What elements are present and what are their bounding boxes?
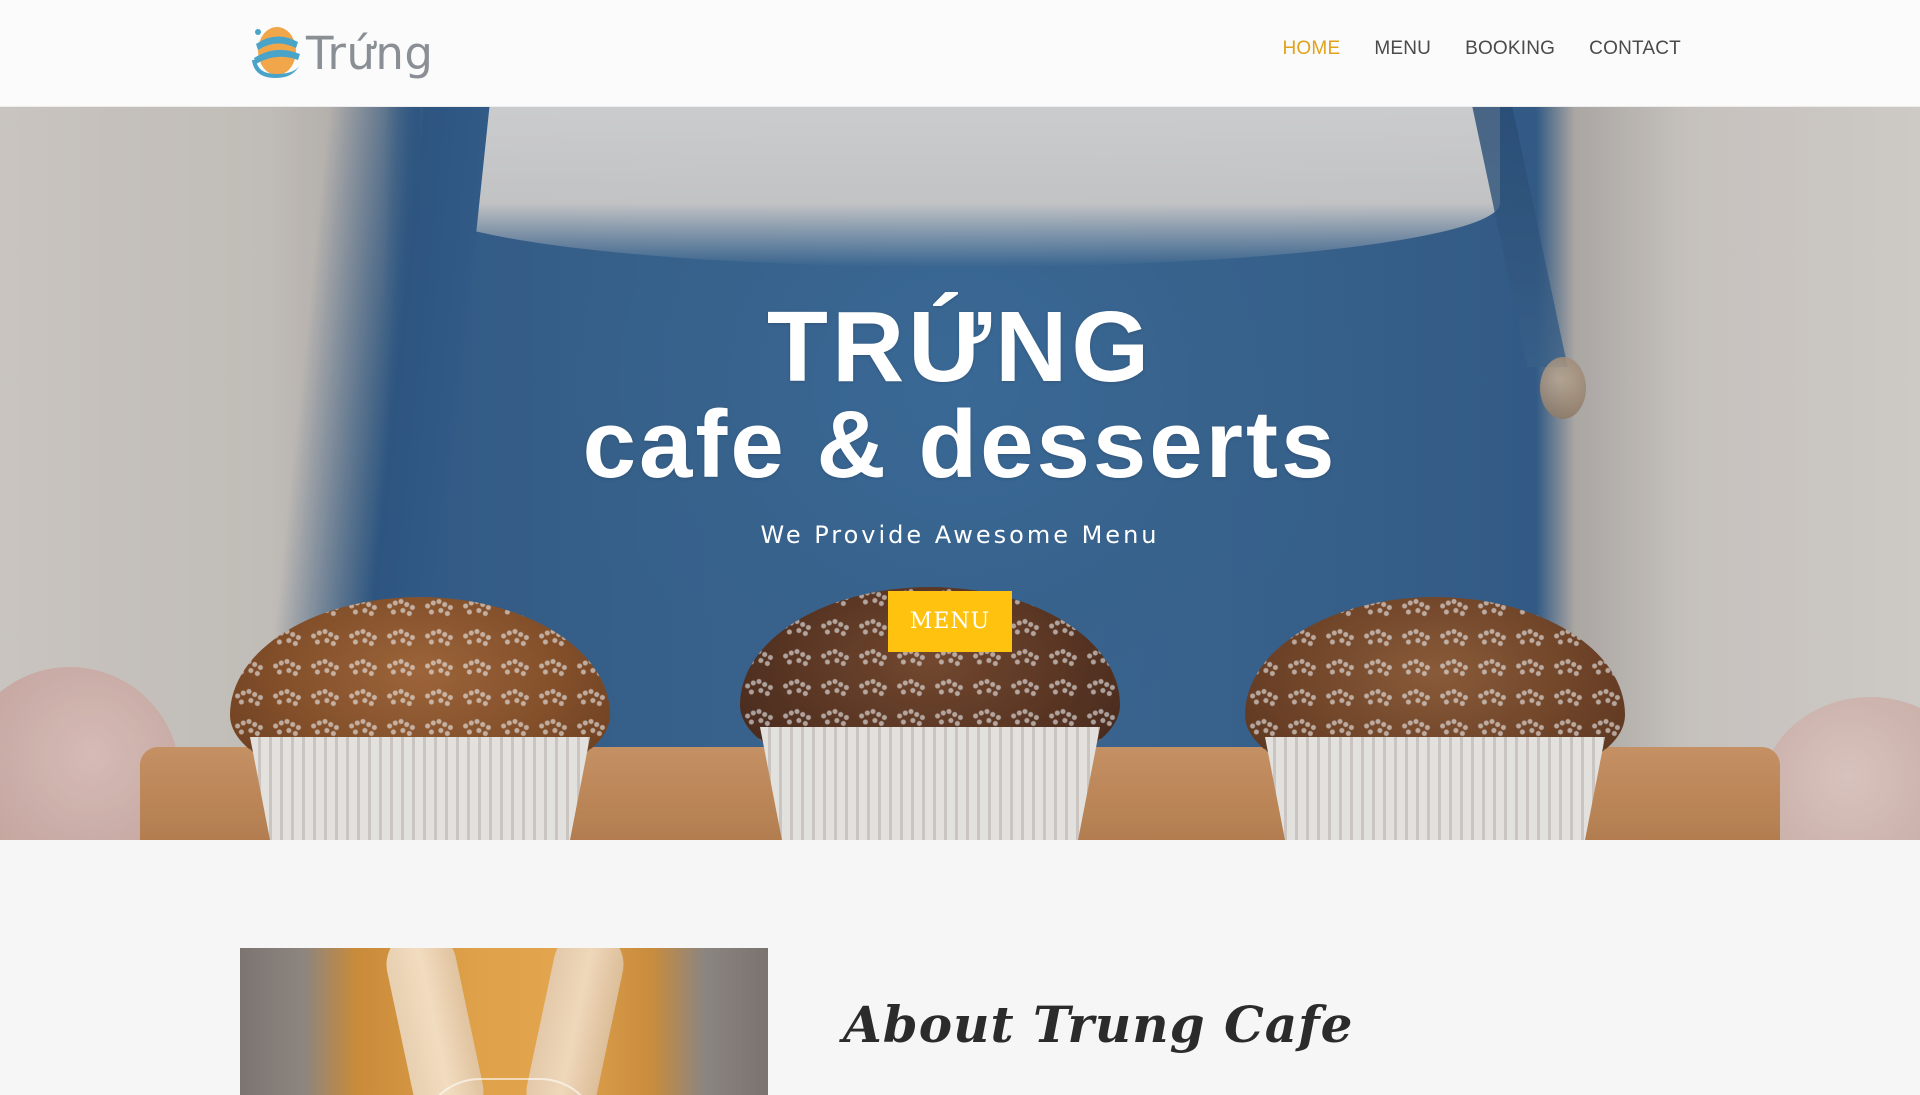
hero-menu-button[interactable]: MENU — [888, 591, 1012, 652]
about-title: About Trung Cafe — [843, 995, 1354, 1054]
about-section: About Trung Cafe — [0, 840, 1920, 1095]
hero-title: TRỨNG — [766, 291, 1154, 403]
egg-logo-icon — [246, 24, 304, 82]
nav-item-home[interactable]: HOME — [1283, 38, 1341, 60]
about-image — [240, 948, 768, 1095]
nav-item-booking[interactable]: BOOKING — [1465, 38, 1555, 60]
hero-subtitle: cafe & desserts — [582, 391, 1338, 498]
nav-item-menu[interactable]: MENU — [1374, 38, 1431, 60]
logo-text: Trứng — [306, 26, 434, 80]
site-header: Trứng HOME MENU BOOKING CONTACT — [0, 0, 1920, 107]
hero-banner: TRỨNG cafe & desserts We Provide Awesome… — [0, 107, 1920, 840]
nav-item-contact[interactable]: CONTACT — [1589, 38, 1681, 60]
hero-tagline: We Provide Awesome Menu — [760, 521, 1160, 549]
site-logo[interactable]: Trứng — [246, 22, 446, 84]
main-nav: HOME MENU BOOKING CONTACT — [1283, 38, 1681, 60]
